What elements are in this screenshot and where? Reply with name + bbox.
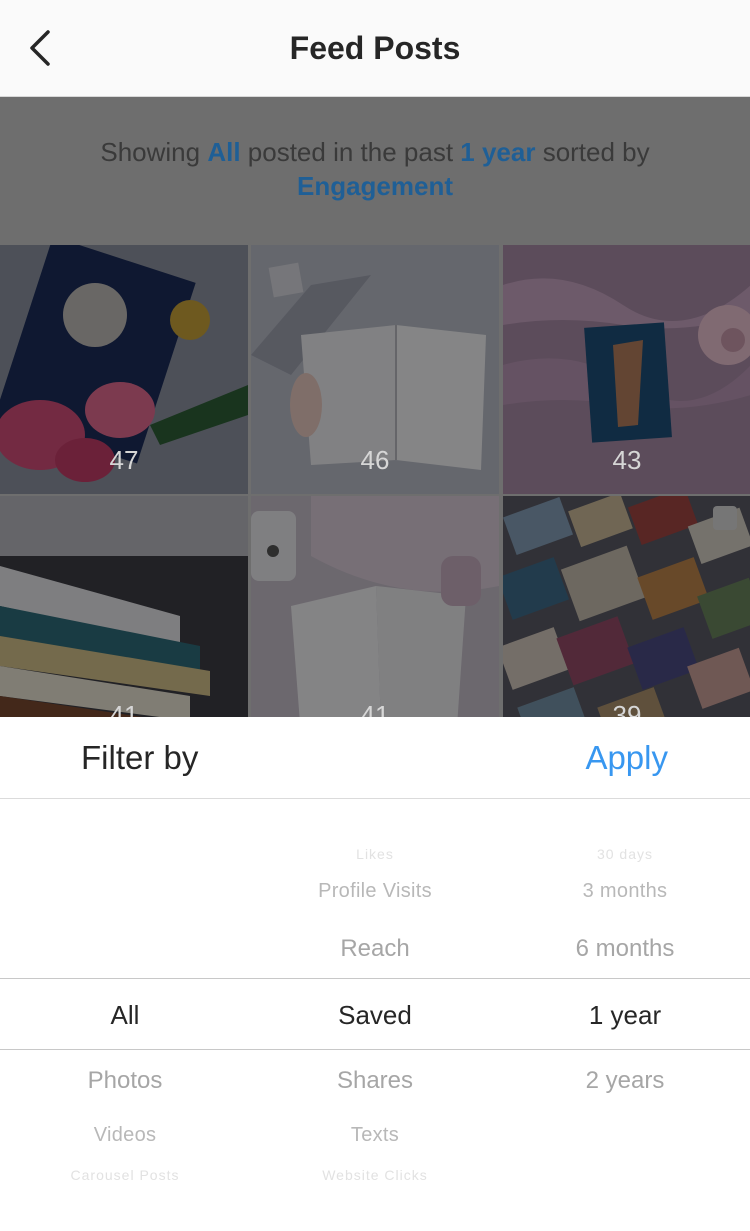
tile-shade [0,496,248,717]
summary-metric-link[interactable]: Engagement [297,171,453,201]
picker-option[interactable]: Likes [250,846,500,862]
picker-option-selected[interactable]: Saved [250,1000,500,1031]
picker-column-content-type[interactable]: All Photos Videos Carousel Posts [0,799,250,1231]
picker-option[interactable]: Carousel Posts [0,1167,250,1183]
picker-option-selected[interactable]: 1 year [500,1000,750,1031]
picker-option-selected[interactable]: All [0,1000,250,1031]
picker-column-period[interactable]: 30 days 3 months 6 months 1 year 2 years [500,799,750,1231]
picker-option[interactable]: Shares [250,1067,500,1095]
page-title: Feed Posts [289,30,461,66]
picker-option[interactable]: 30 days [500,846,750,862]
picker-option[interactable]: Reach [250,935,500,963]
filter-picker[interactable]: All Photos Videos Carousel Posts Likes P… [0,799,750,1231]
post-count: 41 [360,700,390,717]
post-tile[interactable]: 41 [251,496,499,717]
post-tile[interactable]: 47 [0,245,248,494]
picker-column-metric[interactable]: Likes Profile Visits Reach Saved Shares … [250,799,500,1231]
post-count: 41 [109,700,139,717]
post-count: 46 [360,445,390,475]
picker-option[interactable]: 2 years [500,1067,750,1095]
post-count: 47 [109,445,139,475]
post-count: 43 [612,445,642,475]
dimmed-content: Showing All posted in the past 1 year so… [0,97,750,717]
picker-option[interactable]: Photos [0,1067,250,1095]
picker-option[interactable]: Profile Visits [250,880,500,903]
picker-option[interactable]: Videos [0,1124,250,1147]
summary-prefix: Showing [100,137,208,167]
apply-button[interactable]: Apply [585,739,668,777]
picker-option[interactable]: 3 months [500,880,750,903]
post-tile[interactable]: 41 [0,496,248,717]
filter-summary: Showing All posted in the past 1 year so… [40,135,710,203]
summary-period-link[interactable]: 1 year [460,137,535,167]
picker-option[interactable]: Texts [250,1124,500,1147]
tile-shade [503,496,750,717]
picker-option[interactable]: Website Clicks [250,1167,500,1183]
filter-title: Filter by [81,739,199,776]
nav-bar: Feed Posts [0,0,750,97]
summary-type-link[interactable]: All [207,137,240,167]
post-tile[interactable]: 46 [251,245,499,494]
post-tile[interactable]: 43 [503,245,750,494]
summary-suffix: sorted by [535,137,650,167]
picker-option[interactable]: 6 months [500,935,750,963]
post-tile[interactable]: 39 [503,496,750,717]
filter-sheet: Filter by Apply All Photos Videos Carous… [0,717,750,1231]
post-count: 39 [612,700,642,717]
filter-sheet-header: Filter by Apply [0,717,750,799]
tile-shade [251,496,499,717]
summary-middle: posted in the past [240,137,461,167]
